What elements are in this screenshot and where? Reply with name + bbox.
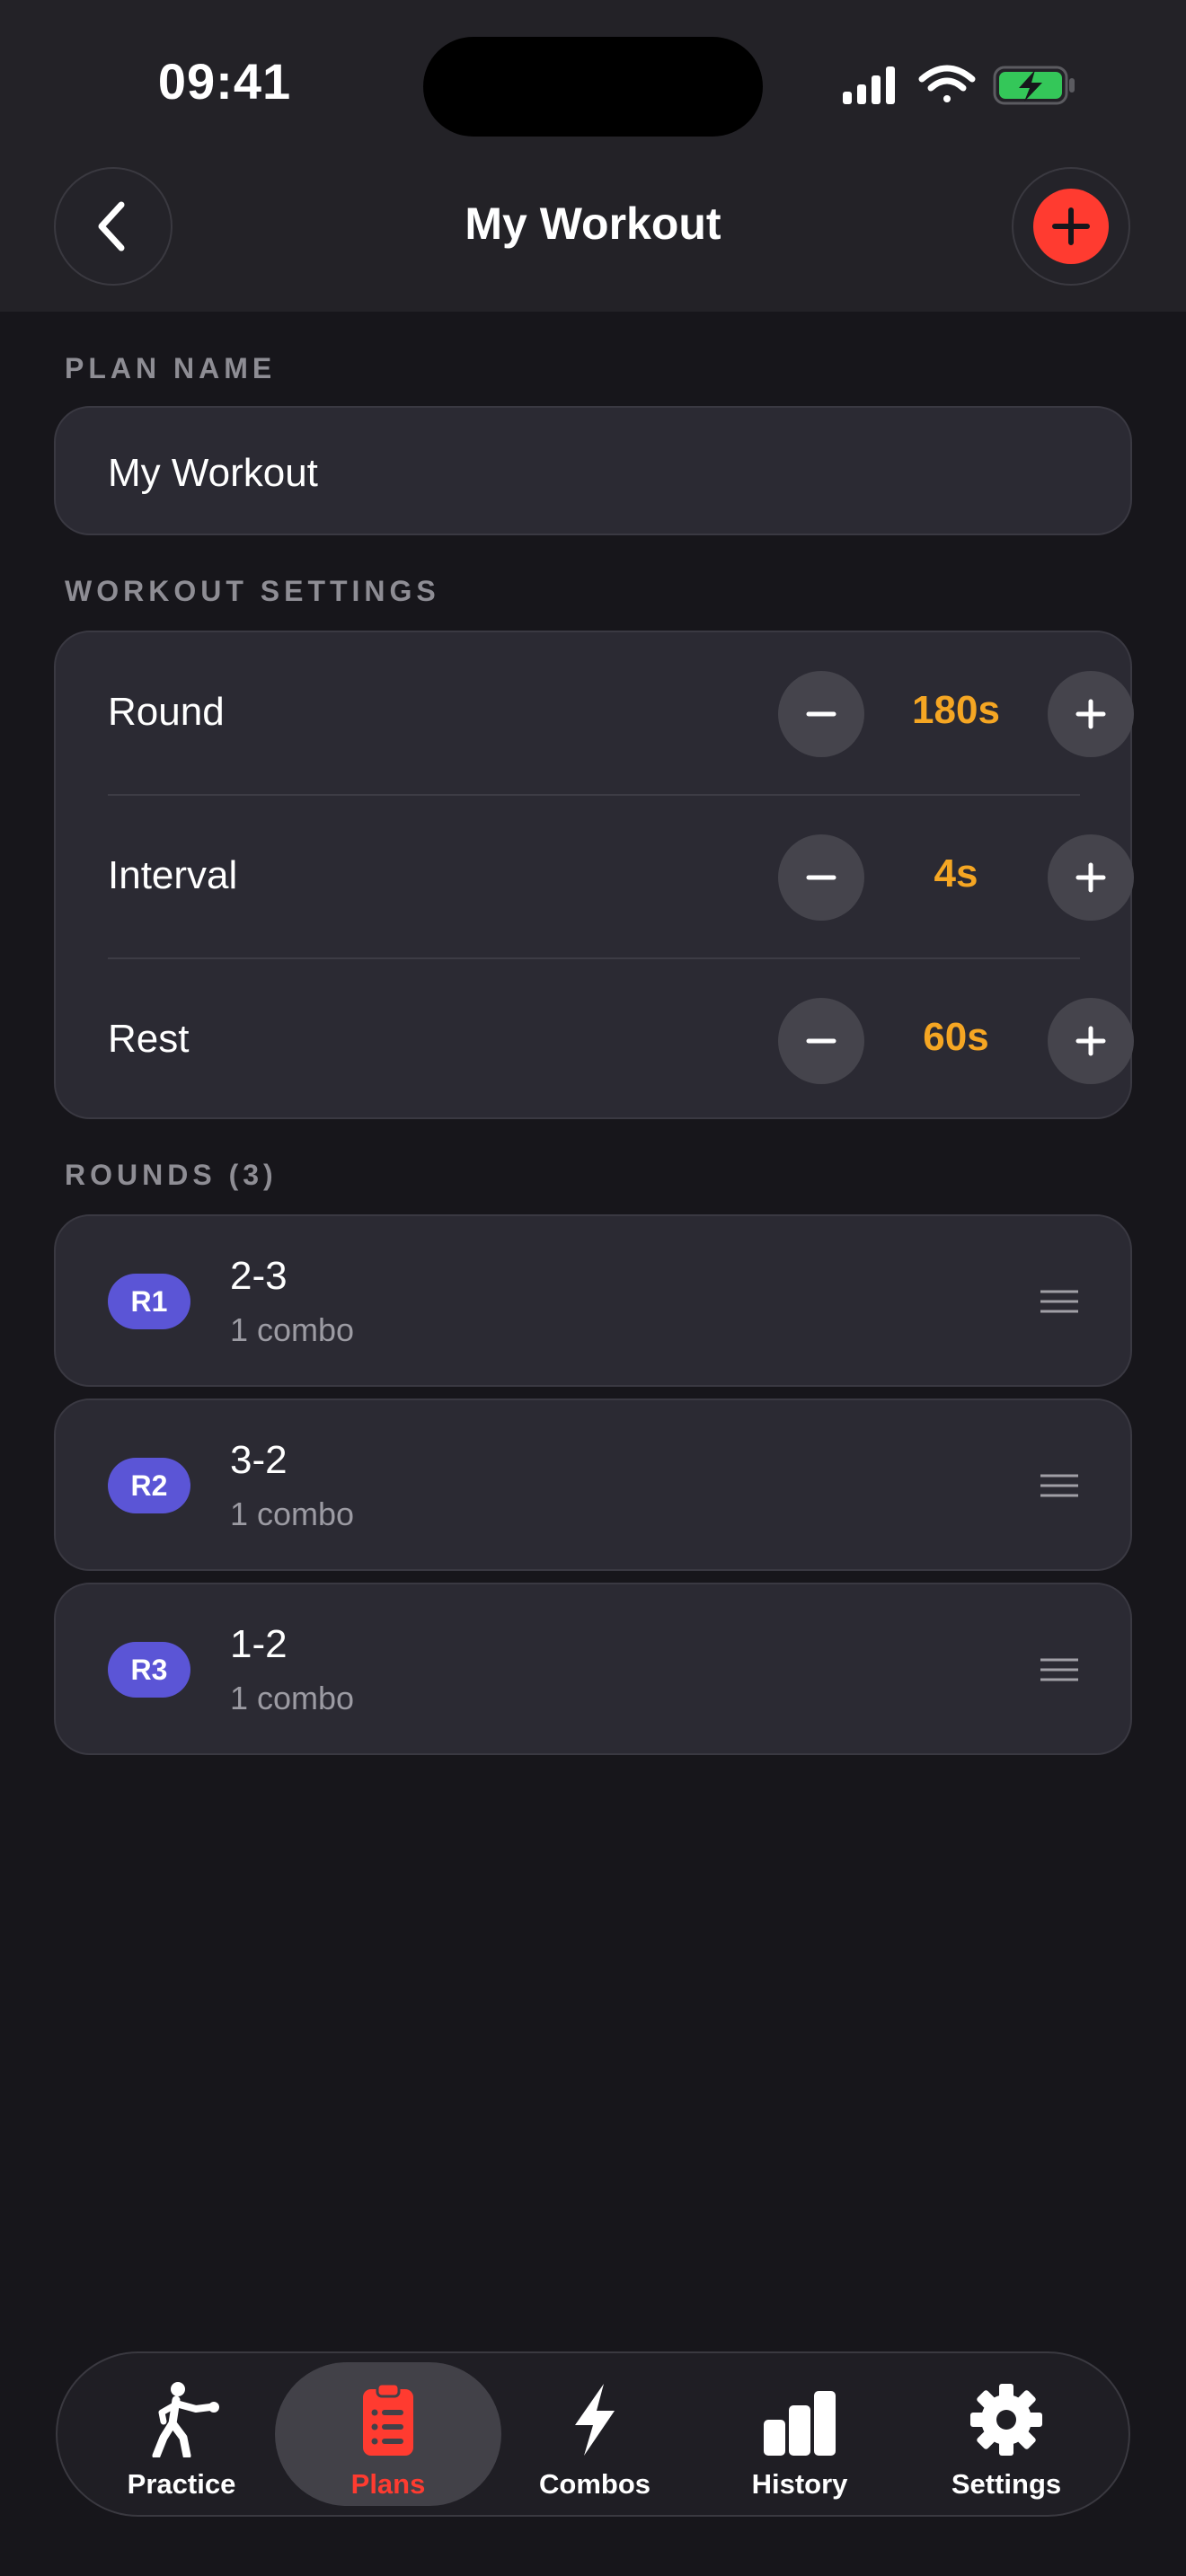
round-title: 1-2 (230, 1622, 288, 1666)
bar-chart-icon (764, 2391, 836, 2456)
workout-settings-label: WORKOUT SETTINGS (65, 575, 440, 607)
round-title: 2-3 (230, 1254, 288, 1298)
tab-practice[interactable]: Practice (68, 2362, 295, 2506)
round-subtitle: 1 combo (230, 1311, 355, 1348)
round-item[interactable]: R3 1-2 1 combo (54, 1583, 1132, 1755)
bolt-icon (575, 2384, 615, 2456)
wifi-icon (918, 65, 976, 102)
round-value: 180s (912, 688, 1000, 732)
interval-value: 4s (934, 851, 978, 895)
plan-name-input[interactable] (108, 451, 1078, 496)
plan-name-field-container (54, 406, 1132, 535)
back-button[interactable] (54, 167, 173, 286)
setting-row-interval: Interval 4s (108, 796, 1134, 959)
plus-icon (1075, 699, 1106, 729)
round-item[interactable]: R1 2-3 1 combo (54, 1214, 1132, 1387)
page-title: My Workout (465, 198, 721, 249)
round-increment-button[interactable] (1048, 671, 1134, 757)
rounds-label: ROUNDS (3) (65, 1159, 278, 1191)
plus-icon (1075, 862, 1106, 893)
boxer-icon (152, 2382, 219, 2457)
setting-label: Interval (108, 853, 238, 897)
interval-increment-button[interactable] (1048, 834, 1134, 921)
setting-row-round: Round 180s (108, 632, 1134, 796)
setting-label: Rest (108, 1017, 190, 1061)
rest-value: 60s (923, 1015, 989, 1059)
round-badge: R2 (108, 1458, 190, 1513)
tab-plans[interactable]: Plans (275, 2362, 501, 2506)
tab-bar: Practice Plans Combos History Settings (56, 2351, 1130, 2517)
tab-label: History (751, 2468, 848, 2500)
round-item[interactable]: R2 3-2 1 combo (54, 1398, 1132, 1571)
minus-icon (806, 711, 836, 717)
status-icons (843, 65, 1075, 105)
clipboard-icon (363, 2382, 413, 2456)
rest-increment-button[interactable] (1048, 998, 1134, 1084)
interval-decrement-button[interactable] (778, 834, 864, 921)
dynamic-island (423, 37, 763, 137)
round-subtitle: 1 combo (230, 1680, 355, 1716)
tab-label: Settings (951, 2468, 1062, 2500)
gear-icon (970, 2384, 1042, 2456)
tab-history[interactable]: History (686, 2362, 913, 2506)
drag-handle-icon[interactable] (1039, 1288, 1080, 1315)
tab-settings[interactable]: Settings (893, 2362, 1120, 2506)
tab-label: Practice (127, 2468, 236, 2500)
setting-row-rest: Rest 60s (108, 959, 1134, 1123)
round-badge: R1 (108, 1274, 190, 1329)
top-bar: 09:41 My Workout (0, 0, 1186, 312)
status-time: 09:41 (157, 53, 292, 110)
round-badge: R3 (108, 1642, 190, 1698)
plus-icon (1075, 1026, 1106, 1056)
minus-icon (806, 1038, 836, 1044)
round-title: 3-2 (230, 1438, 288, 1482)
workout-settings-card: Round 180s Interval 4s Rest 60s (54, 631, 1134, 1119)
tab-label: Combos (539, 2468, 651, 2500)
cellular-signal-icon (843, 66, 895, 104)
round-decrement-button[interactable] (778, 671, 864, 757)
plus-icon (1052, 207, 1090, 245)
add-round-button[interactable] (1012, 167, 1130, 286)
plan-name-label: PLAN NAME (65, 352, 277, 384)
minus-icon (806, 875, 836, 880)
battery-charging-icon (993, 66, 1075, 105)
chevron-left-icon (98, 201, 125, 251)
tab-combos[interactable]: Combos (482, 2362, 708, 2506)
setting-label: Round (108, 690, 225, 734)
rest-decrement-button[interactable] (778, 998, 864, 1084)
drag-handle-icon[interactable] (1039, 1472, 1080, 1499)
round-subtitle: 1 combo (230, 1495, 355, 1532)
drag-handle-icon[interactable] (1039, 1656, 1080, 1683)
tab-label: Plans (350, 2468, 426, 2500)
